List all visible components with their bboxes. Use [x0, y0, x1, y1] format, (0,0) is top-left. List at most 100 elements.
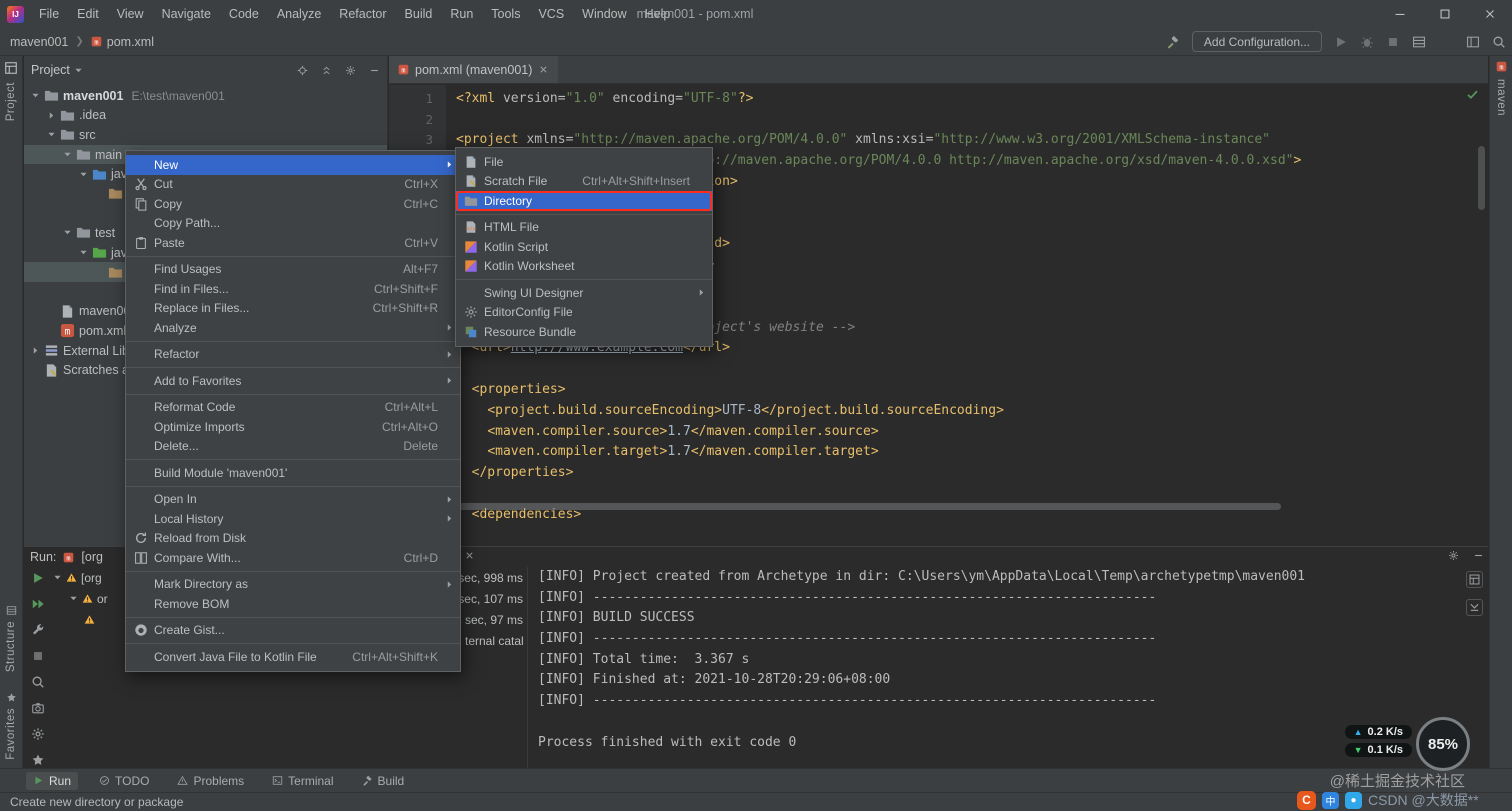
- menubar-file[interactable]: File: [30, 0, 68, 28]
- menu-item-swing-ui-designer[interactable]: Swing UI Designer: [456, 283, 712, 303]
- menu-item-local-history[interactable]: Local History: [126, 509, 460, 529]
- chevron-down-icon[interactable]: [78, 247, 91, 258]
- menu-item-compare-with[interactable]: Compare With... Ctrl+D: [126, 548, 460, 568]
- chevron-down-icon[interactable]: [62, 149, 75, 160]
- add-configuration-button[interactable]: Add Configuration...: [1191, 31, 1322, 52]
- search-icon[interactable]: [31, 675, 45, 689]
- menu-item-kotlin-script[interactable]: Kotlin Script: [456, 237, 712, 257]
- menu-item-copy-path[interactable]: Copy Path...: [126, 214, 460, 234]
- minimize-button[interactable]: [1377, 0, 1422, 28]
- close-button[interactable]: [1467, 0, 1512, 28]
- build-hammer-icon[interactable]: [1166, 35, 1180, 49]
- close-tab-icon[interactable]: [538, 64, 549, 75]
- menu-item-add-to-favorites[interactable]: Add to Favorites: [126, 371, 460, 391]
- maximize-button[interactable]: [1422, 0, 1467, 28]
- hide-icon[interactable]: [1473, 550, 1484, 561]
- settings-icon[interactable]: [31, 727, 45, 741]
- menu-item-file[interactable]: File: [456, 152, 712, 172]
- scroll-end-icon[interactable]: [1466, 599, 1483, 616]
- chevron-down-icon[interactable]: [52, 572, 66, 583]
- menubar-code[interactable]: Code: [220, 0, 268, 28]
- vertical-scrollbar[interactable]: [1478, 146, 1485, 210]
- layout-icon[interactable]: [1466, 35, 1480, 49]
- toolwindow-tab-run[interactable]: Run: [26, 771, 79, 790]
- chevron-right-icon[interactable]: [30, 345, 43, 356]
- tree-row-src[interactable]: src: [24, 125, 387, 145]
- menu-item-find-usages[interactable]: Find Usages Alt+F7: [126, 260, 460, 280]
- chevron-right-icon[interactable]: [46, 110, 59, 121]
- menu-item-convert-java-file-to-kotlin-file[interactable]: Convert Java File to Kotlin File Ctrl+Alt…: [126, 647, 460, 667]
- menu-item-paste[interactable]: Paste Ctrl+V: [126, 233, 460, 253]
- menu-item-create-gist[interactable]: Create Gist...: [126, 621, 460, 641]
- console-output[interactable]: [INFO] Project created from Archetype in…: [527, 567, 1460, 768]
- hide-icon[interactable]: [369, 65, 380, 76]
- star-icon[interactable]: [31, 753, 45, 767]
- tree-row-idea[interactable]: .idea: [24, 106, 387, 126]
- menubar-analyze[interactable]: Analyze: [268, 0, 330, 28]
- menubar-edit[interactable]: Edit: [68, 0, 108, 28]
- project-view-selector[interactable]: Project: [31, 63, 70, 77]
- toolwindow-tab-terminal[interactable]: Terminal: [265, 772, 340, 790]
- locate-icon[interactable]: [297, 65, 308, 76]
- menubar-navigate[interactable]: Navigate: [153, 0, 220, 28]
- menu-item-scratch-file[interactable]: Scratch File Ctrl+Alt+Shift+Insert: [456, 172, 712, 192]
- menu-item-optimize-imports[interactable]: Optimize Imports Ctrl+Alt+O: [126, 417, 460, 437]
- chevron-down-icon[interactable]: [62, 227, 75, 238]
- menu-item-analyze[interactable]: Analyze: [126, 318, 460, 338]
- horizontal-scrollbar[interactable]: [451, 503, 1281, 510]
- stop-icon[interactable]: [1386, 35, 1400, 49]
- menu-item-build-module-maven001[interactable]: Build Module 'maven001': [126, 463, 460, 483]
- menu-item-reformat-code[interactable]: Reformat Code Ctrl+Alt+L: [126, 398, 460, 418]
- menu-item-mark-directory-as[interactable]: Mark Directory as: [126, 575, 460, 595]
- menubar-build[interactable]: Build: [396, 0, 442, 28]
- menubar-vcs[interactable]: VCS: [529, 0, 573, 28]
- rerun-icon[interactable]: [31, 571, 45, 585]
- stop-icon[interactable]: [31, 649, 45, 663]
- menu-item-reload-from-disk[interactable]: Reload from Disk: [126, 529, 460, 549]
- chevron-down-icon[interactable]: [30, 90, 43, 101]
- menu-item-resource-bundle[interactable]: Resource Bundle: [456, 322, 712, 342]
- menu-item-open-in[interactable]: Open In: [126, 490, 460, 510]
- maven-toolwindow-button[interactable]: maven: [1495, 79, 1507, 116]
- maven-toolwindow-icon[interactable]: m: [1496, 61, 1507, 72]
- menu-item-replace-in-files[interactable]: Replace in Files... Ctrl+Shift+R: [126, 299, 460, 319]
- menu-item-cut[interactable]: Cut Ctrl+X: [126, 175, 460, 195]
- camera-icon[interactable]: [31, 701, 45, 715]
- project-toolwindow-button[interactable]: Project: [5, 82, 17, 121]
- toolwindow-tab-problems[interactable]: Problems: [170, 772, 251, 790]
- menubar-window[interactable]: Window: [573, 0, 635, 28]
- menu-item-kotlin-worksheet[interactable]: Kotlin Worksheet: [456, 257, 712, 277]
- menu-item-html-file[interactable]: </> HTML File: [456, 218, 712, 238]
- menubar-tools[interactable]: Tools: [482, 0, 529, 28]
- project-toolwindow-icon[interactable]: [4, 61, 18, 75]
- menubar-view[interactable]: View: [108, 0, 153, 28]
- rows-icon[interactable]: [1412, 35, 1426, 49]
- tree-row-maven001[interactable]: maven001 E:\test\maven001: [24, 86, 387, 106]
- menu-item-editorconfig-file[interactable]: EditorConfig File: [456, 303, 712, 323]
- toolwindow-tab-build[interactable]: Build: [355, 772, 412, 790]
- chevron-down-icon[interactable]: [68, 593, 82, 604]
- menu-item-remove-bom[interactable]: Remove BOM: [126, 594, 460, 614]
- menubar-refactor[interactable]: Refactor: [330, 0, 395, 28]
- settings-icon[interactable]: [345, 65, 356, 76]
- resume-icon[interactable]: [31, 597, 45, 611]
- search-icon[interactable]: [1492, 35, 1506, 49]
- favorites-toolwindow-button[interactable]: Favorites: [5, 692, 17, 760]
- play-gray-icon[interactable]: [1334, 35, 1348, 49]
- collapse-all-icon[interactable]: [321, 65, 332, 76]
- restore-layout-icon[interactable]: [1466, 571, 1483, 588]
- menu-item-refactor[interactable]: Refactor: [126, 345, 460, 365]
- inspection-ok-icon[interactable]: [1466, 88, 1479, 101]
- menubar-run[interactable]: Run: [441, 0, 482, 28]
- menu-item-copy[interactable]: Copy Ctrl+C: [126, 194, 460, 214]
- wrench-icon[interactable]: [31, 623, 45, 637]
- chevron-down-icon[interactable]: [78, 169, 91, 180]
- menu-item-new[interactable]: New: [126, 155, 460, 175]
- settings-icon[interactable]: [1448, 550, 1459, 561]
- bug-icon[interactable]: [1360, 35, 1374, 49]
- breadcrumb-project[interactable]: maven001: [10, 35, 68, 49]
- close-run-tab-icon[interactable]: [464, 550, 475, 561]
- tab-pom-xml[interactable]: m pom.xml (maven001): [389, 56, 559, 83]
- menu-item-directory[interactable]: Directory: [456, 191, 712, 211]
- breadcrumb-file[interactable]: pom.xml: [107, 35, 154, 49]
